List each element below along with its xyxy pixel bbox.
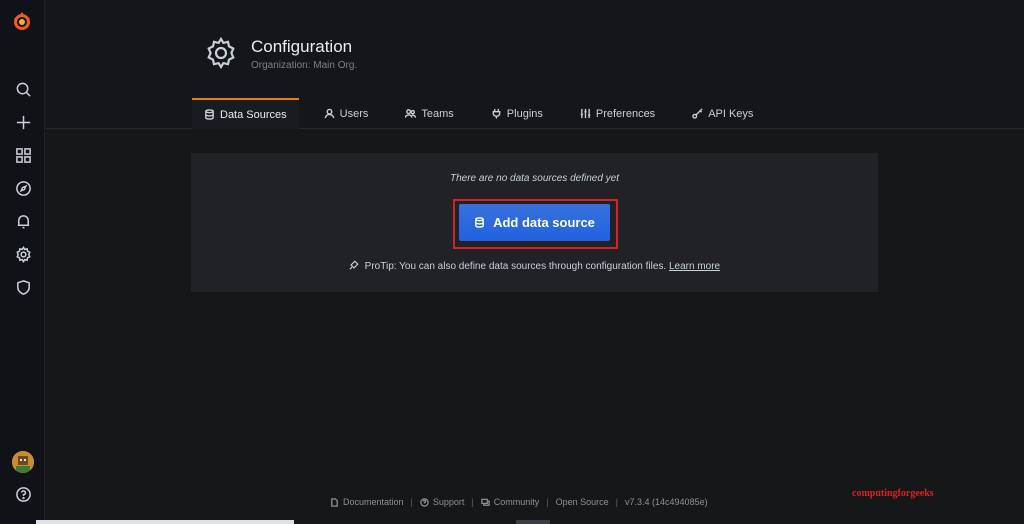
tab-label: Users	[339, 107, 369, 120]
tab-preferences[interactable]: Preferences	[568, 98, 667, 129]
footer-separator: |	[615, 497, 619, 507]
learn-more-link[interactable]: Learn more	[669, 261, 720, 272]
tab-api-keys[interactable]: API Keys	[680, 98, 765, 129]
footer-open-source-link[interactable]: Open Source	[556, 497, 609, 507]
page-subtitle: Organization: Main Org.	[251, 60, 358, 71]
gear-icon[interactable]	[13, 244, 33, 264]
tab-label: Plugins	[506, 107, 543, 120]
plus-icon[interactable]	[13, 112, 33, 132]
footer-separator: |	[410, 497, 413, 507]
tab-bar: Data Sources Users Teams Plugins Prefere…	[192, 98, 778, 129]
page-title: Configuration	[251, 37, 353, 56]
main-content: Configuration Organization: Main Org. Da…	[46, 0, 1024, 524]
avatar[interactable]	[12, 451, 34, 473]
support-icon	[420, 497, 429, 507]
rocket-icon	[349, 260, 359, 270]
explore-icon[interactable]	[13, 178, 33, 198]
dashboards-icon[interactable]	[13, 145, 33, 165]
footer: Documentation | Support | Community | Op…	[330, 497, 708, 507]
tab-teams[interactable]: Teams	[393, 98, 465, 129]
gear-icon	[204, 36, 238, 70]
document-icon	[331, 497, 338, 507]
footer-support-link[interactable]: Support	[433, 497, 465, 507]
footer-separator: |	[546, 497, 549, 507]
database-icon	[475, 217, 484, 228]
footer-community-link[interactable]: Community	[494, 497, 540, 507]
user-icon	[324, 108, 334, 119]
page-header: Configuration Organization: Main Org. Da…	[46, 0, 1024, 129]
tab-label: Data Sources	[220, 108, 287, 121]
comments-icon	[481, 498, 490, 506]
database-icon	[205, 109, 214, 120]
footer-documentation-link[interactable]: Documentation	[343, 497, 404, 507]
search-icon[interactable]	[13, 79, 33, 99]
watermark: computingforgeeks	[852, 488, 934, 499]
add-data-source-label: Add data source	[493, 215, 595, 230]
users-icon	[405, 109, 417, 118]
help-icon[interactable]	[13, 484, 33, 504]
tab-label: API Keys	[708, 107, 754, 120]
protip: ProTip: You can also define data sources…	[191, 260, 878, 272]
empty-list-panel: There are no data sources defined yet Ad…	[191, 153, 878, 292]
alerting-icon[interactable]	[13, 211, 33, 231]
sidebar	[0, 0, 45, 524]
taskbar-strip	[516, 520, 550, 524]
plug-icon	[492, 108, 501, 119]
add-data-source-button[interactable]: Add data source	[459, 204, 610, 241]
sliders-icon	[580, 108, 591, 119]
protip-text: ProTip: You can also define data sources…	[364, 261, 667, 272]
grafana-logo-icon[interactable]	[11, 10, 33, 32]
tab-data-sources[interactable]: Data Sources	[192, 98, 299, 129]
taskbar-strip	[36, 520, 294, 524]
footer-version: v7.3.4 (14c494085e)	[625, 497, 708, 507]
tab-users[interactable]: Users	[312, 98, 381, 129]
tab-plugins[interactable]: Plugins	[479, 98, 555, 129]
key-icon	[692, 108, 703, 119]
shield-icon[interactable]	[13, 277, 33, 297]
empty-state-text: There are no data sources defined yet	[450, 173, 619, 184]
tab-label: Preferences	[595, 107, 656, 120]
footer-separator: |	[471, 497, 474, 507]
tab-label: Teams	[421, 107, 454, 120]
